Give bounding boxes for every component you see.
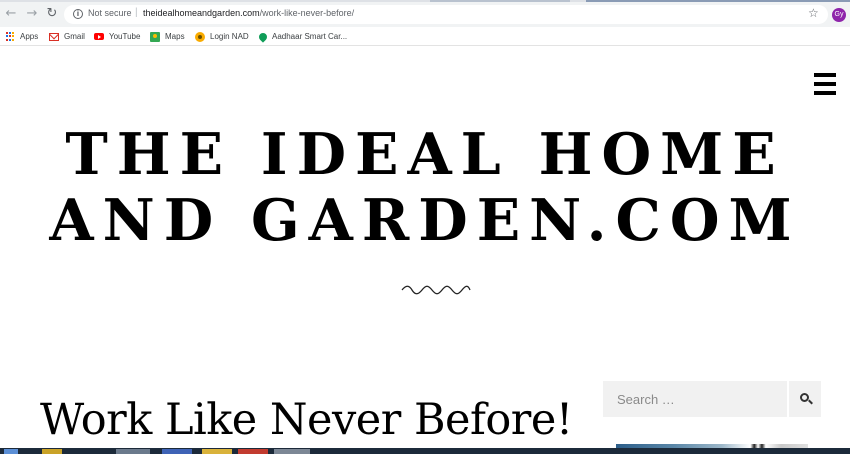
reload-icon[interactable]: ↻ xyxy=(44,6,60,22)
bookmark-label: Gmail xyxy=(64,32,85,41)
search-button[interactable] xyxy=(787,381,821,417)
nad-icon xyxy=(195,31,205,42)
bookmark-label: YouTube xyxy=(109,32,141,41)
decorative-wave-divider xyxy=(401,285,471,295)
bookmark-label: Maps xyxy=(165,32,185,41)
youtube-icon xyxy=(94,33,104,40)
location-pin-icon xyxy=(257,30,269,43)
url-path: /work-like-never-before/ xyxy=(259,8,355,18)
maps-icon xyxy=(150,31,160,42)
taskbar-app-icon[interactable] xyxy=(202,449,232,454)
bookmark-aadhaar[interactable]: Aadhaar Smart Car... xyxy=(257,30,348,43)
os-taskbar xyxy=(0,448,850,454)
bookmark-star-icon[interactable]: ☆ xyxy=(808,6,819,20)
url-text[interactable]: theidealhomeandgarden.com/work-like-neve… xyxy=(143,8,354,18)
url-host: theidealhomeandgarden.com xyxy=(143,8,260,18)
search-input[interactable] xyxy=(603,381,785,417)
taskbar-app-icon[interactable] xyxy=(162,449,192,454)
bookmark-maps[interactable]: Maps xyxy=(150,30,185,43)
site-title[interactable]: THE IDEAL HOME AND GARDEN.COM xyxy=(0,122,850,254)
taskbar-app-icon[interactable] xyxy=(274,449,310,454)
post-title[interactable]: Work Like Never Before! xyxy=(40,393,573,447)
bookmark-label: Aadhaar Smart Car... xyxy=(272,32,348,41)
browser-toolbar: ← → ↻ i Not secure | theidealhomeandgard… xyxy=(0,2,850,27)
not-secure-label[interactable]: Not secure xyxy=(88,8,132,18)
gmail-icon xyxy=(49,32,59,41)
bookmark-label: Apps xyxy=(20,32,39,41)
apps-grid-icon xyxy=(6,32,15,41)
search-form xyxy=(603,381,821,417)
address-bar[interactable]: i Not secure | theidealhomeandgarden.com… xyxy=(64,5,828,24)
forward-arrow-icon[interactable]: → xyxy=(24,6,40,22)
bookmark-label: Login NAD xyxy=(210,32,249,41)
bookmarks-bar: Apps Gmail YouTube Maps Login NAD Aadhaa… xyxy=(0,27,850,46)
menu-hamburger-icon[interactable] xyxy=(814,73,836,96)
profile-avatar[interactable]: Gy xyxy=(832,8,846,22)
bookmark-apps[interactable]: Apps xyxy=(6,30,38,43)
start-icon[interactable] xyxy=(4,449,18,454)
bookmark-youtube[interactable]: YouTube xyxy=(94,30,140,43)
bookmark-login-nad[interactable]: Login NAD xyxy=(195,30,249,43)
taskbar-app-icon[interactable] xyxy=(42,449,62,454)
info-icon[interactable]: i xyxy=(73,9,83,19)
bookmark-gmail[interactable]: Gmail xyxy=(49,30,85,43)
url-separator: | xyxy=(135,7,138,18)
taskbar-app-icon[interactable] xyxy=(116,449,150,454)
back-arrow-icon[interactable]: ← xyxy=(3,6,19,22)
taskbar-app-icon[interactable] xyxy=(238,449,268,454)
